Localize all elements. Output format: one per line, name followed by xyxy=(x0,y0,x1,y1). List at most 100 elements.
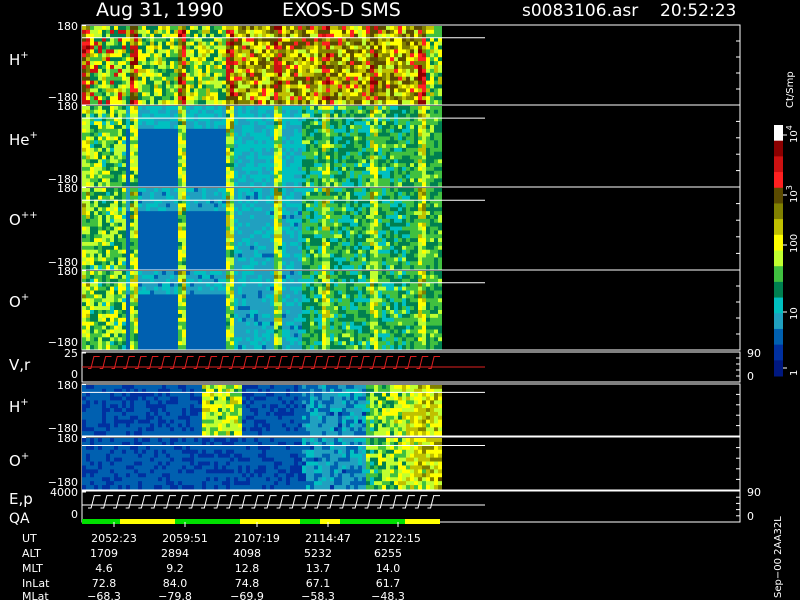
heat-cell xyxy=(326,147,330,153)
heat-cell xyxy=(258,121,262,126)
heat-cell xyxy=(382,170,386,176)
heat-cell xyxy=(206,265,210,270)
heat-cell xyxy=(290,170,294,176)
heat-cell xyxy=(410,29,414,35)
heat-cell xyxy=(214,84,218,89)
heat-cell xyxy=(98,226,102,231)
heat-cell xyxy=(230,234,234,239)
heat-cell xyxy=(366,88,370,93)
heat-cell xyxy=(418,65,422,70)
heat-cell xyxy=(210,170,214,176)
heat-cell xyxy=(106,188,110,193)
heat-cell xyxy=(298,238,302,243)
heat-cell xyxy=(322,144,326,149)
heat-cell xyxy=(86,155,90,160)
heat-cell xyxy=(206,53,210,58)
heat-cell xyxy=(270,84,274,89)
heat-cell xyxy=(198,88,202,93)
heat-cell xyxy=(154,29,158,35)
heat-cell xyxy=(114,125,118,130)
heat-cell xyxy=(134,106,138,111)
heat-cell xyxy=(254,218,258,224)
heat-cell xyxy=(294,100,298,105)
heat-cell xyxy=(178,261,182,266)
heat-cell xyxy=(218,151,222,157)
heat-cell xyxy=(90,80,94,85)
heat-cell xyxy=(298,45,302,50)
heat-cell xyxy=(310,113,314,118)
heat-cell xyxy=(318,76,322,82)
heat-cell xyxy=(402,174,406,179)
heat-cell xyxy=(178,84,182,89)
heat-cell xyxy=(210,222,214,228)
heat-cell xyxy=(150,253,154,258)
heat-cell xyxy=(386,65,390,70)
heat-cell xyxy=(130,218,134,224)
heat-cell xyxy=(150,203,154,208)
heat-cell xyxy=(114,245,118,251)
heat-cell xyxy=(298,61,302,66)
heat-cell xyxy=(434,57,438,62)
heat-cell xyxy=(342,45,346,50)
heat-cell xyxy=(234,170,238,176)
heat-cell xyxy=(290,211,294,216)
heat-cell xyxy=(366,128,370,134)
heat-cell xyxy=(222,53,226,58)
heat-cell xyxy=(426,121,430,126)
heat-cell xyxy=(238,72,242,78)
heat-cell xyxy=(270,218,274,224)
heat-cell xyxy=(234,109,238,115)
heat-cell xyxy=(154,159,158,164)
heat-cell xyxy=(394,80,398,85)
heat-cell xyxy=(274,121,278,126)
heat-cell xyxy=(226,265,230,270)
heat-cell xyxy=(334,68,338,74)
heat-cell xyxy=(266,128,270,134)
heat-cell xyxy=(414,174,418,179)
heat-cell xyxy=(362,29,366,35)
heat-cell xyxy=(330,100,334,105)
heat-cell xyxy=(218,191,222,197)
heat-cell xyxy=(110,113,114,118)
heat-cell xyxy=(342,41,346,46)
heat-cell xyxy=(358,37,362,43)
heat-cell xyxy=(234,226,238,231)
heat-cell xyxy=(318,41,322,46)
heat-cell xyxy=(330,88,334,93)
heat-cell xyxy=(130,245,134,251)
heat-cell xyxy=(166,100,170,105)
heat-cell xyxy=(354,121,358,126)
heat-cell xyxy=(314,96,318,101)
heat-cell xyxy=(102,72,106,78)
heat-cell xyxy=(178,222,182,228)
heat-cell xyxy=(142,261,146,266)
heat-cell xyxy=(110,80,114,85)
heat-cell xyxy=(270,170,274,176)
heat-cell xyxy=(118,41,122,46)
heat-cell xyxy=(234,41,238,46)
heat-cell xyxy=(326,88,330,93)
heat-cell xyxy=(82,37,86,43)
heat-cell xyxy=(202,218,206,224)
heat-cell xyxy=(374,80,378,85)
heat-cell xyxy=(434,155,438,160)
heat-cell xyxy=(430,45,434,50)
heat-cell xyxy=(294,144,298,149)
heat-cell xyxy=(306,238,310,243)
heat-cell xyxy=(194,106,198,111)
heat-cell xyxy=(166,76,170,82)
heat-cell xyxy=(106,84,110,89)
heat-cell xyxy=(230,53,234,58)
heat-cell xyxy=(274,257,278,262)
heat-cell xyxy=(294,61,298,66)
heat-cell xyxy=(298,182,302,187)
heat-cell xyxy=(402,140,406,145)
heat-cell xyxy=(138,195,142,201)
heat-cell xyxy=(274,49,278,54)
heat-cell xyxy=(182,128,186,134)
heat-cell xyxy=(98,188,102,193)
heat-cell xyxy=(410,174,414,179)
heat-cell xyxy=(302,121,306,126)
heat-cell xyxy=(166,80,170,85)
heat-cell xyxy=(94,261,98,266)
